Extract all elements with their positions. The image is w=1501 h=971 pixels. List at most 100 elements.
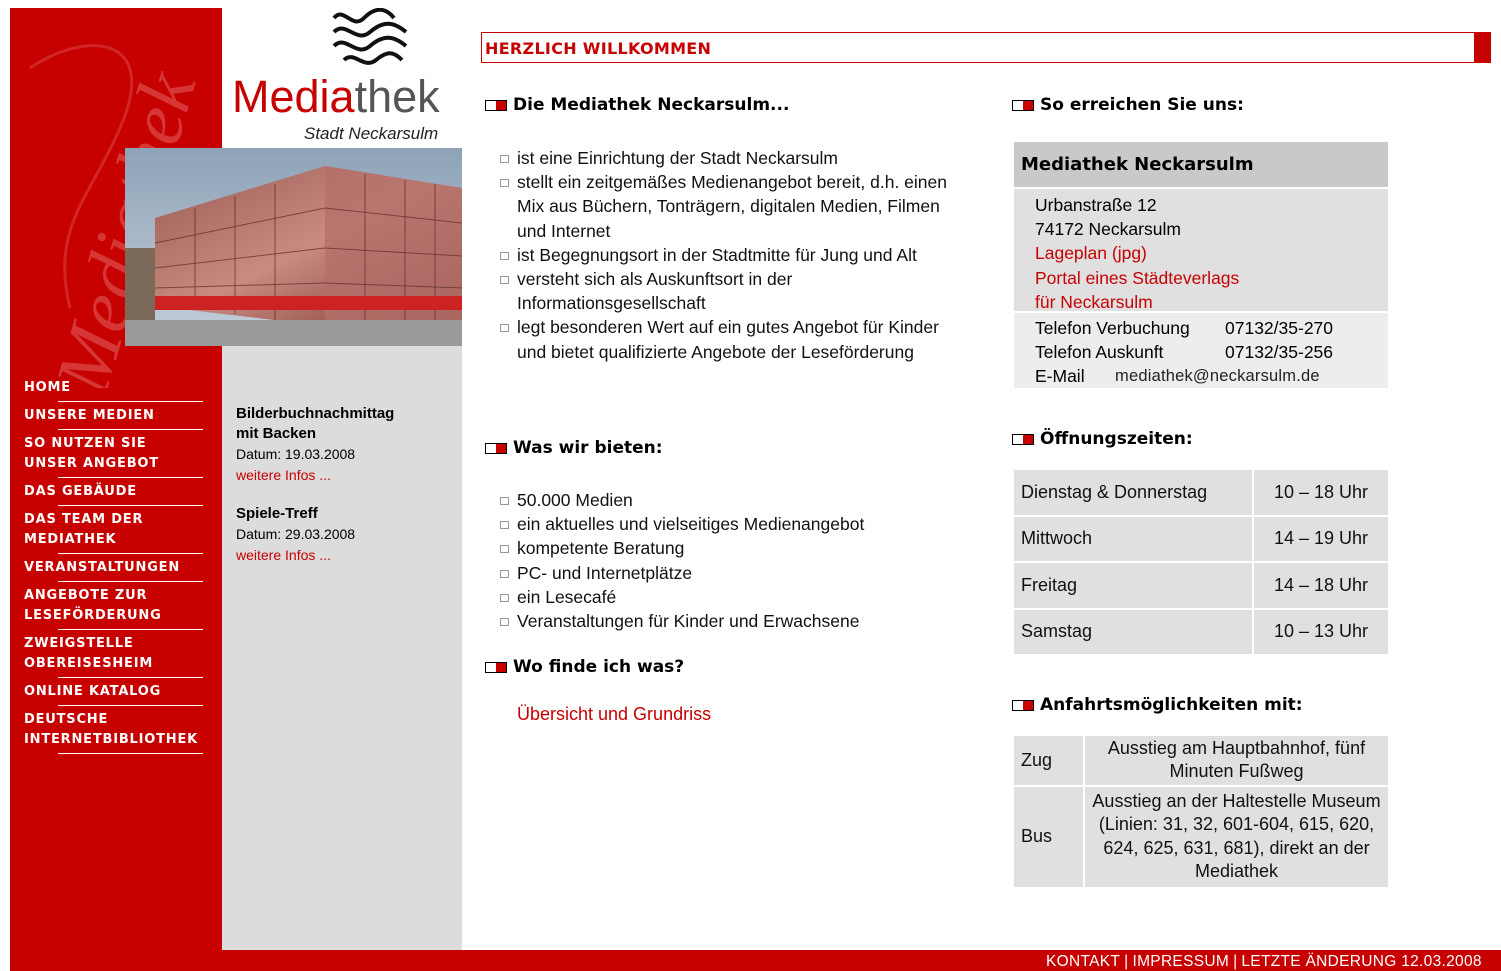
contact-city: 74172 Neckarsulm xyxy=(1035,219,1181,240)
hours-day: Samstag xyxy=(1014,609,1254,656)
nav-item-internetbibliothek[interactable]: DEUTSCHE INTERNETBIBLIOTHEK xyxy=(24,706,222,754)
list-item: kompetente Beratung xyxy=(499,536,949,560)
nav-item-lesefoerderung[interactable]: ANGEBOTE ZUR LESEFÖRDERUNG xyxy=(24,582,222,630)
logo-title-part2: thek xyxy=(354,71,440,122)
transport-desc: Ausstieg am Hauptbahnhof, fünf Minuten F… xyxy=(1085,736,1388,787)
hours-heading-text: Öffnungszeiten: xyxy=(1040,429,1193,449)
nav-label: HOME xyxy=(24,380,71,395)
nav-label: ONLINE KATALOG xyxy=(24,684,162,699)
logo-title-part1: Media xyxy=(232,71,355,122)
contact-street: Urbanstraße 12 xyxy=(1035,195,1157,215)
footer-separator: | xyxy=(1233,953,1238,970)
nav-item-so-nutzen[interactable]: SO NUTZEN SIE UNSER ANGEBOT xyxy=(24,430,222,478)
table-row: Dienstag & Donnerstag 10 – 18 Uhr xyxy=(1014,470,1388,517)
footer-impressum-link[interactable]: IMPRESSUM xyxy=(1132,953,1229,970)
list-item: ist eine Einrichtung der Stadt Neckarsul… xyxy=(499,146,949,170)
find-heading-text: Wo finde ich was? xyxy=(513,657,685,677)
transport-heading: Anfahrtsmöglichkeiten mit: xyxy=(1012,694,1303,716)
section-bullet-icon xyxy=(1012,433,1034,445)
footer-separator: | xyxy=(1124,953,1129,970)
event-date: Datum: 29.03.2008 xyxy=(236,526,356,542)
nav-item-team[interactable]: DAS TEAM DER MEDIATHEK xyxy=(24,506,222,554)
table-row: Freitag 14 – 18 Uhr xyxy=(1014,563,1388,610)
hours-time: 10 – 18 Uhr xyxy=(1254,470,1388,517)
main-navigation: HOME UNSERE MEDIEN SO NUTZEN SIE UNSER A… xyxy=(24,374,222,754)
nav-label: VERANSTALTUNGEN xyxy=(24,560,181,575)
nav-divider xyxy=(58,753,203,754)
table-row: Bus Ausstieg an der Haltestelle Museum (L… xyxy=(1014,786,1388,889)
event-item: Bilderbuchnachmittag mit Backen Datum: 1… xyxy=(236,404,458,486)
reach-heading-text: So erreichen Sie uns: xyxy=(1040,95,1244,115)
nav-item-gebaeude[interactable]: DAS GEBÄUDE xyxy=(24,478,222,506)
nav-item-online-katalog[interactable]: ONLINE KATALOG xyxy=(24,678,222,706)
list-item: stellt ein zeitgemäßes Medienangebot ber… xyxy=(499,170,949,243)
offer-list: 50.000 Medien ein aktuelles und vielseit… xyxy=(499,488,949,633)
nav-item-veranstaltungen[interactable]: VERANSTALTUNGEN xyxy=(24,554,222,582)
event-item: Spiele-Treff Datum: 29.03.2008 weitere I… xyxy=(236,504,458,566)
event-more-link[interactable]: weitere Infos ... xyxy=(236,547,331,563)
table-row: Zug Ausstieg am Hauptbahnhof, fünf Minute… xyxy=(1014,736,1388,787)
about-heading-text: Die Mediathek Neckarsulm... xyxy=(513,95,790,115)
overview-floorplan-link[interactable]: Übersicht und Grundriss xyxy=(517,704,711,725)
contact-box: Mediathek Neckarsulm Urbanstraße 12 7417… xyxy=(1014,142,1388,388)
footer-bar: KONTAKT | IMPRESSUM | LETZTE ÄNDERUNG 12.03.… xyxy=(10,950,1501,971)
nav-label: DAS GEBÄUDE xyxy=(24,484,137,499)
section-bullet-icon xyxy=(1012,699,1034,711)
nav-label: SO NUTZEN SIE UNSER ANGEBOT xyxy=(24,436,159,471)
nav-label: DEUTSCHE INTERNETBIBLIOTHEK xyxy=(24,712,199,747)
nav-label: DAS TEAM DER MEDIATHEK xyxy=(24,512,144,547)
list-item: ein Lesecafé xyxy=(499,585,949,609)
nav-item-zweigstelle[interactable]: ZWEIGSTELLE OBEREISESHEIM xyxy=(24,630,222,678)
city-portal-link[interactable]: Portal eines Städteverlags xyxy=(1035,266,1388,290)
nav-label: UNSERE MEDIEN xyxy=(24,408,155,423)
hours-time: 14 – 19 Uhr xyxy=(1254,516,1388,563)
hours-day: Dienstag & Donnerstag xyxy=(1014,470,1254,517)
nav-label: ZWEIGSTELLE OBEREISESHEIM xyxy=(24,636,154,671)
list-item: ist Begegnungsort in der Stadtmitte für … xyxy=(499,243,949,267)
footer-kontakt-link[interactable]: KONTAKT xyxy=(1046,953,1120,970)
phone-label: Telefon Auskunft xyxy=(1035,342,1164,362)
transport-mode: Bus xyxy=(1014,786,1085,889)
list-item: PC- und Internetplätze xyxy=(499,561,949,585)
table-row: Samstag 10 – 13 Uhr xyxy=(1014,609,1388,656)
about-list: ist eine Einrichtung der Stadt Neckarsul… xyxy=(499,146,949,364)
reach-heading: So erreichen Sie uns: xyxy=(1012,94,1244,116)
transport-mode: Zug xyxy=(1014,736,1085,787)
list-item: Veranstaltungen für Kinder und Erwachsen… xyxy=(499,609,949,633)
hours-time: 10 – 13 Uhr xyxy=(1254,609,1388,656)
building-photo xyxy=(125,148,462,346)
section-bullet-icon xyxy=(485,99,507,111)
event-title: Spiele-Treff xyxy=(236,505,318,522)
logo-waves-icon xyxy=(332,8,408,65)
welcome-heading: HERZLICH WILLKOMMEN xyxy=(485,39,712,58)
phone-label: Telefon Verbuchung xyxy=(1035,318,1190,338)
event-title: Bilderbuchnachmittag mit Backen xyxy=(236,405,395,442)
opening-hours-table: Dienstag & Donnerstag 10 – 18 Uhr Mittwoc… xyxy=(1014,470,1388,656)
nav-item-home[interactable]: HOME xyxy=(24,374,222,402)
logo-title[interactable]: Mediathek xyxy=(232,74,440,119)
list-item: 50.000 Medien xyxy=(499,488,949,512)
event-more-link[interactable]: weitere Infos ... xyxy=(236,467,331,483)
hours-heading: Öffnungszeiten: xyxy=(1012,428,1193,450)
hours-day: Mittwoch xyxy=(1014,516,1254,563)
section-bullet-icon xyxy=(485,661,507,673)
site-map-link[interactable]: Lageplan (jpg) xyxy=(1035,241,1388,265)
contact-address: Urbanstraße 12 74172 Neckarsulm Lageplan… xyxy=(1014,187,1388,312)
nav-label: ANGEBOTE ZUR LESEFÖRDERUNG xyxy=(24,588,162,623)
section-bullet-icon xyxy=(485,442,507,454)
nav-item-unsere-medien[interactable]: UNSERE MEDIEN xyxy=(24,402,222,430)
contact-phones: Telefon Verbuchung 07132/35-270 Telefon A… xyxy=(1014,311,1388,388)
section-bullet-icon xyxy=(1012,99,1034,111)
logo-subtitle: Stadt Neckarsulm xyxy=(304,124,439,143)
offer-heading: Was wir bieten: xyxy=(485,437,663,459)
email-link[interactable]: mediathek@neckarsulm.de xyxy=(1115,364,1320,388)
events-ticker: Bilderbuchnachmittag mit Backen Datum: 1… xyxy=(236,404,458,568)
footer-last-changed: LETZTE ÄNDERUNG 12.03.2008 xyxy=(1241,953,1482,970)
transport-desc: Ausstieg an der Haltestelle Museum (Lini… xyxy=(1085,786,1388,889)
phone-number: 07132/35-270 xyxy=(1225,318,1334,338)
email-label: E-Mail xyxy=(1035,366,1085,386)
find-heading: Wo finde ich was? xyxy=(485,656,684,678)
welcome-bar-accent xyxy=(1474,33,1491,62)
welcome-bar: HERZLICH WILLKOMMEN xyxy=(481,32,1491,63)
transport-heading-text: Anfahrtsmöglichkeiten mit: xyxy=(1040,695,1303,715)
